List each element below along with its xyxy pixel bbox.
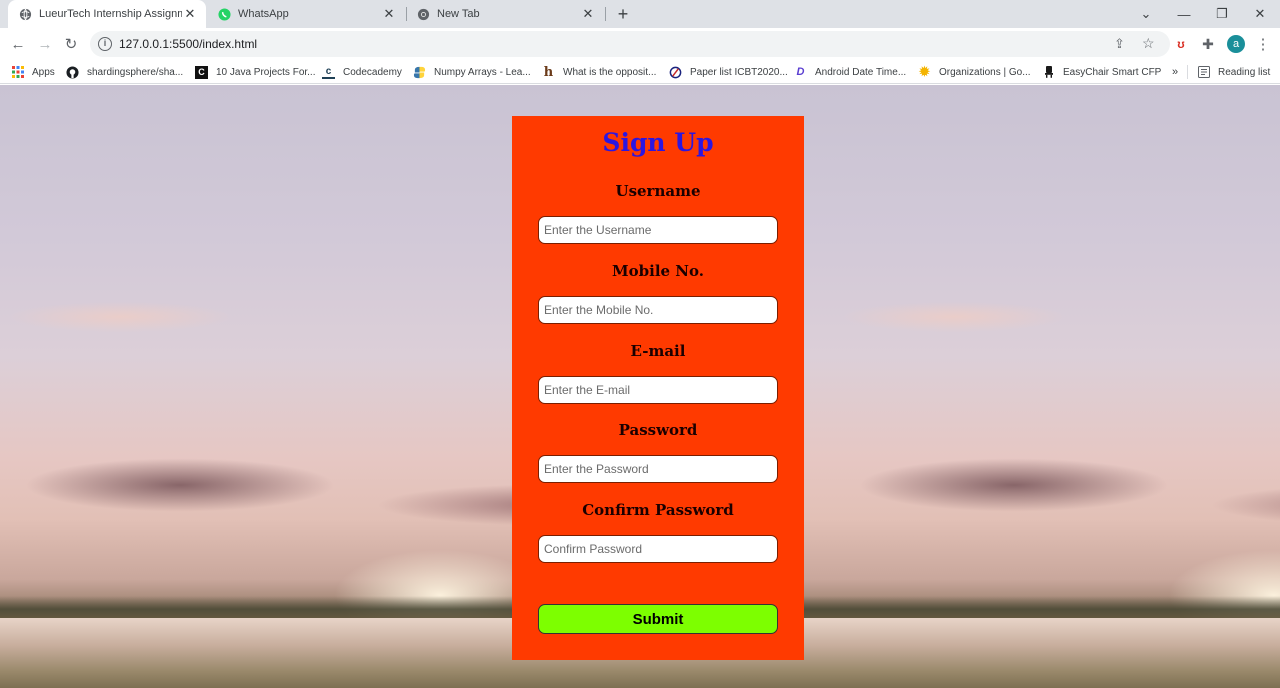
bookmark-java-projects[interactable]: C 10 Java Projects For... xyxy=(195,64,316,80)
password-label: Password xyxy=(618,421,698,439)
bookmark-easychair[interactable]: EasyChair Smart CFP xyxy=(1042,64,1161,80)
chair-icon xyxy=(1042,66,1055,79)
url-text[interactable]: 127.0.0.1:5500/index.html xyxy=(119,37,257,51)
close-tab-icon[interactable]: ✕ xyxy=(580,6,596,22)
back-arrow-icon[interactable]: ← xyxy=(8,34,28,54)
bookmark-apps[interactable]: Apps xyxy=(11,64,55,80)
background-image-repeat xyxy=(834,85,1280,688)
sun-icon: ✹ xyxy=(919,64,930,79)
password-input[interactable] xyxy=(538,455,778,483)
mobile-label: Mobile No. xyxy=(612,262,704,280)
profile-avatar[interactable]: a xyxy=(1227,35,1245,53)
bookmark-paper-list[interactable]: Paper list ICBT2020... xyxy=(669,64,788,80)
paper-icon xyxy=(669,66,682,79)
bookmark-label: What is the opposit... xyxy=(563,66,657,78)
email-input[interactable] xyxy=(538,376,778,404)
forward-arrow-icon[interactable]: → xyxy=(35,34,55,54)
dd-icon: D xyxy=(796,66,805,78)
lake xyxy=(834,618,1280,688)
username-label: Username xyxy=(615,182,701,200)
more-menu-icon[interactable]: ⋮ xyxy=(1252,33,1274,55)
tab-new-tab[interactable]: New Tab ✕ xyxy=(406,0,604,28)
bookmark-label: Apps xyxy=(32,66,55,78)
close-tab-icon[interactable]: ✕ xyxy=(381,6,397,22)
bookmark-opposite[interactable]: h What is the opposit... xyxy=(542,64,657,80)
minimize-icon[interactable]: — xyxy=(1172,4,1196,24)
mobile-input[interactable] xyxy=(538,296,778,324)
bookmark-label: EasyChair Smart CFP xyxy=(1063,66,1162,78)
tab-separator xyxy=(605,7,606,21)
site-info-icon[interactable]: i xyxy=(98,37,112,51)
tab-whatsapp[interactable]: WhatsApp ✕ xyxy=(207,0,405,28)
bookmark-shardingsphere[interactable]: shardingsphere/sha... xyxy=(66,64,183,80)
confirm-password-label: Confirm Password xyxy=(582,501,734,519)
bookmarks-divider xyxy=(1187,65,1188,79)
page-viewport: Sign Up Username Mobile No. E-mail Passw… xyxy=(0,85,1280,688)
github-icon xyxy=(66,65,79,79)
address-bar[interactable]: i 127.0.0.1:5500/index.html ⇪ ☆ xyxy=(90,31,1170,57)
pocket-extension-icon[interactable]: ʊ xyxy=(1170,33,1192,55)
c-icon: C xyxy=(195,65,208,79)
extensions-puzzle-icon[interactable]: ✚ xyxy=(1197,33,1219,55)
bookmark-organizations[interactable]: ✹ Organizations | Go... xyxy=(918,64,1031,80)
bookmark-label: 10 Java Projects For... xyxy=(216,66,316,78)
close-window-icon[interactable]: ✕ xyxy=(1248,4,1272,24)
bookmark-numpy[interactable]: Numpy Arrays - Lea... xyxy=(413,64,531,80)
tab-strip: LueurTech Internship Assignment ✕ WhatsA… xyxy=(0,0,1280,28)
globe-icon xyxy=(18,7,32,21)
signup-form: Sign Up Username Mobile No. E-mail Passw… xyxy=(512,116,804,660)
confirm-password-input[interactable] xyxy=(538,535,778,563)
bookmark-label: Numpy Arrays - Lea... xyxy=(434,66,531,78)
close-tab-icon[interactable]: ✕ xyxy=(182,6,198,22)
tab-title: LueurTech Internship Assignment xyxy=(39,8,182,20)
h-icon: h xyxy=(543,64,554,80)
bookmark-label: Organizations | Go... xyxy=(939,66,1031,78)
restore-icon[interactable]: ❐ xyxy=(1210,4,1234,24)
tab-title: WhatsApp xyxy=(238,8,289,20)
bookmark-label: Android Date Time... xyxy=(815,66,907,78)
whatsapp-icon xyxy=(217,7,231,21)
bookmark-label: shardingsphere/sha... xyxy=(87,66,184,78)
reload-icon[interactable]: ↻ xyxy=(61,34,81,54)
tab-lueurtech[interactable]: LueurTech Internship Assignment ✕ xyxy=(8,0,206,28)
bookmark-label: Paper list ICBT2020... xyxy=(690,66,788,78)
bookmark-android-date-time[interactable]: D Android Date Time... xyxy=(794,64,907,80)
reading-list-icon xyxy=(1197,66,1210,79)
share-icon[interactable]: ⇪ xyxy=(1114,36,1125,52)
chrome-icon xyxy=(416,7,430,21)
submit-button[interactable]: Submit xyxy=(538,604,778,634)
apps-grid-icon xyxy=(11,66,24,79)
browser-toolbar: ← → ↻ i 127.0.0.1:5500/index.html ⇪ ☆ ʊ … xyxy=(0,28,1280,60)
tab-title: New Tab xyxy=(437,8,480,20)
bookmarks-overflow-button[interactable]: » xyxy=(1172,64,1178,80)
reading-list-label: Reading list xyxy=(1218,66,1271,78)
username-input[interactable] xyxy=(538,216,778,244)
python-icon xyxy=(413,66,426,79)
bookmark-label: Codecademy xyxy=(343,66,402,78)
bookmark-star-icon[interactable]: ☆ xyxy=(1142,35,1155,52)
bookmarks-bar: Apps shardingsphere/sha... C 10 Java Pro… xyxy=(0,60,1280,84)
codecademy-icon: c xyxy=(322,66,335,79)
new-tab-button[interactable]: + xyxy=(613,4,633,24)
tab-search-chevron-icon[interactable]: ⌄ xyxy=(1134,4,1158,24)
form-title: Sign Up xyxy=(602,128,714,157)
reading-list-button[interactable]: Reading list xyxy=(1197,64,1270,80)
bookmark-codecademy[interactable]: c Codecademy xyxy=(322,64,402,80)
treeline xyxy=(834,596,1280,618)
email-label: E-mail xyxy=(630,342,686,360)
